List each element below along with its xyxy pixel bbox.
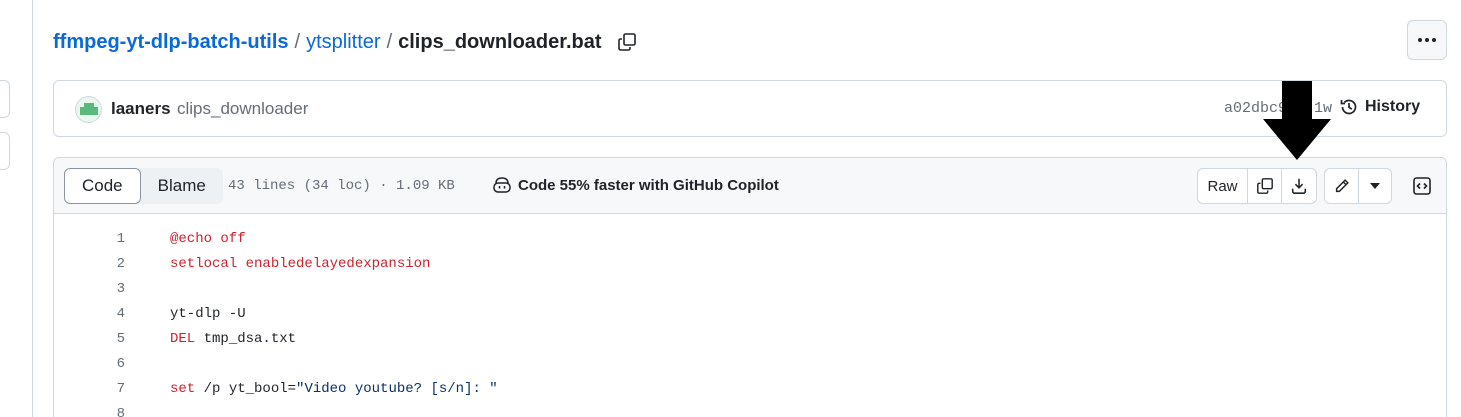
raw-actions-group: Raw	[1197, 168, 1317, 204]
breadcrumb-separator: /	[386, 30, 393, 53]
file-viewer: Code Blame 43 lines (34 loc) · 1.09 KB C…	[53, 157, 1447, 417]
line-number[interactable]: 7	[54, 381, 125, 397]
kebab-horizontal-icon	[1418, 38, 1436, 42]
breadcrumb: ffmpeg-yt-dlp-batch-utils / ytsplitter /…	[53, 28, 638, 56]
sidebar-toggle-tab[interactable]	[0, 132, 10, 170]
keyword-token: DEL	[170, 331, 196, 347]
code-line: 1 @echo off	[54, 227, 1446, 252]
copy-raw-button[interactable]	[1248, 169, 1282, 203]
line-number[interactable]: 8	[54, 406, 125, 417]
commit-author[interactable]: laaners	[111, 99, 171, 119]
download-raw-button[interactable]	[1282, 169, 1316, 203]
copilot-label: Code 55% faster with GitHub Copilot	[518, 176, 779, 194]
edit-actions-group	[1324, 168, 1392, 204]
file-meta: 43 lines (34 loc) · 1.09 KB	[228, 178, 455, 194]
annotation-arrow-icon	[1263, 81, 1331, 160]
file-header: Code Blame 43 lines (34 loc) · 1.09 KB C…	[54, 158, 1446, 214]
line-number[interactable]: 2	[54, 256, 125, 272]
avatar[interactable]	[75, 96, 102, 123]
line-number[interactable]: 4	[54, 306, 125, 322]
code-line: 4 yt-dlp -U	[54, 302, 1446, 327]
raw-button[interactable]: Raw	[1198, 169, 1248, 203]
copy-icon	[1256, 178, 1273, 194]
code-line: 8	[54, 402, 1446, 417]
history-icon	[1340, 99, 1357, 115]
line-content: setlocal enabledelayedexpansion	[170, 256, 431, 272]
code-line: 2 setlocal enabledelayedexpansion	[54, 252, 1446, 277]
text-token: /p yt_bool=	[195, 381, 297, 397]
edit-dropdown-button[interactable]	[1359, 169, 1391, 203]
more-options-button[interactable]	[1407, 20, 1447, 60]
line-number[interactable]: 3	[54, 281, 125, 297]
text-token: tmp_dsa.txt	[195, 331, 297, 347]
line-content: DEL tmp_dsa.txt	[170, 331, 296, 347]
view-toggle: Code Blame	[64, 168, 223, 204]
tab-code[interactable]: Code	[64, 168, 141, 204]
line-number[interactable]: 6	[54, 356, 125, 372]
code-line: 6	[54, 352, 1446, 377]
code-line: 3	[54, 277, 1446, 302]
edit-file-button[interactable]	[1325, 169, 1359, 203]
line-content: yt-dlp -U	[170, 306, 246, 322]
pencil-icon	[1335, 179, 1349, 193]
breadcrumb-separator: /	[294, 30, 301, 53]
line-number[interactable]: 5	[54, 331, 125, 347]
copy-path-icon[interactable]	[616, 31, 638, 53]
breadcrumb-repo-link[interactable]: ffmpeg-yt-dlp-batch-utils	[53, 31, 289, 54]
history-button[interactable]: History	[1339, 97, 1420, 117]
latest-commit-bar: laaners clips_downloader a02dbc9 · 1w Hi…	[53, 80, 1447, 137]
breadcrumb-folder-link[interactable]: ytsplitter	[306, 31, 380, 54]
commit-message[interactable]: clips_downloader	[177, 99, 308, 119]
sidebar-toggle-tab[interactable]	[0, 80, 10, 118]
code-line: 7 set /p yt_bool="Video youtube? [s/n]: …	[54, 377, 1446, 402]
history-label: History	[1365, 98, 1421, 115]
breadcrumb-current-file: clips_downloader.bat	[398, 30, 602, 53]
code-square-icon	[1413, 177, 1431, 195]
copilot-promo[interactable]: Code 55% faster with GitHub Copilot	[492, 176, 779, 194]
symbols-panel-button[interactable]	[1406, 170, 1438, 202]
line-number[interactable]: 1	[54, 231, 125, 247]
triangle-down-icon	[1370, 183, 1380, 189]
line-content: @echo off	[170, 231, 246, 247]
string-token: "Video youtube? [s/n]: "	[296, 381, 498, 397]
copilot-icon	[493, 177, 511, 193]
keyword-token: set	[170, 381, 196, 397]
line-content: set /p yt_bool="Video youtube? [s/n]: "	[170, 381, 498, 397]
download-icon	[1291, 178, 1307, 194]
code-line: 5 DEL tmp_dsa.txt	[54, 327, 1446, 352]
tab-blame[interactable]: Blame	[141, 168, 223, 204]
left-rail	[0, 0, 33, 417]
